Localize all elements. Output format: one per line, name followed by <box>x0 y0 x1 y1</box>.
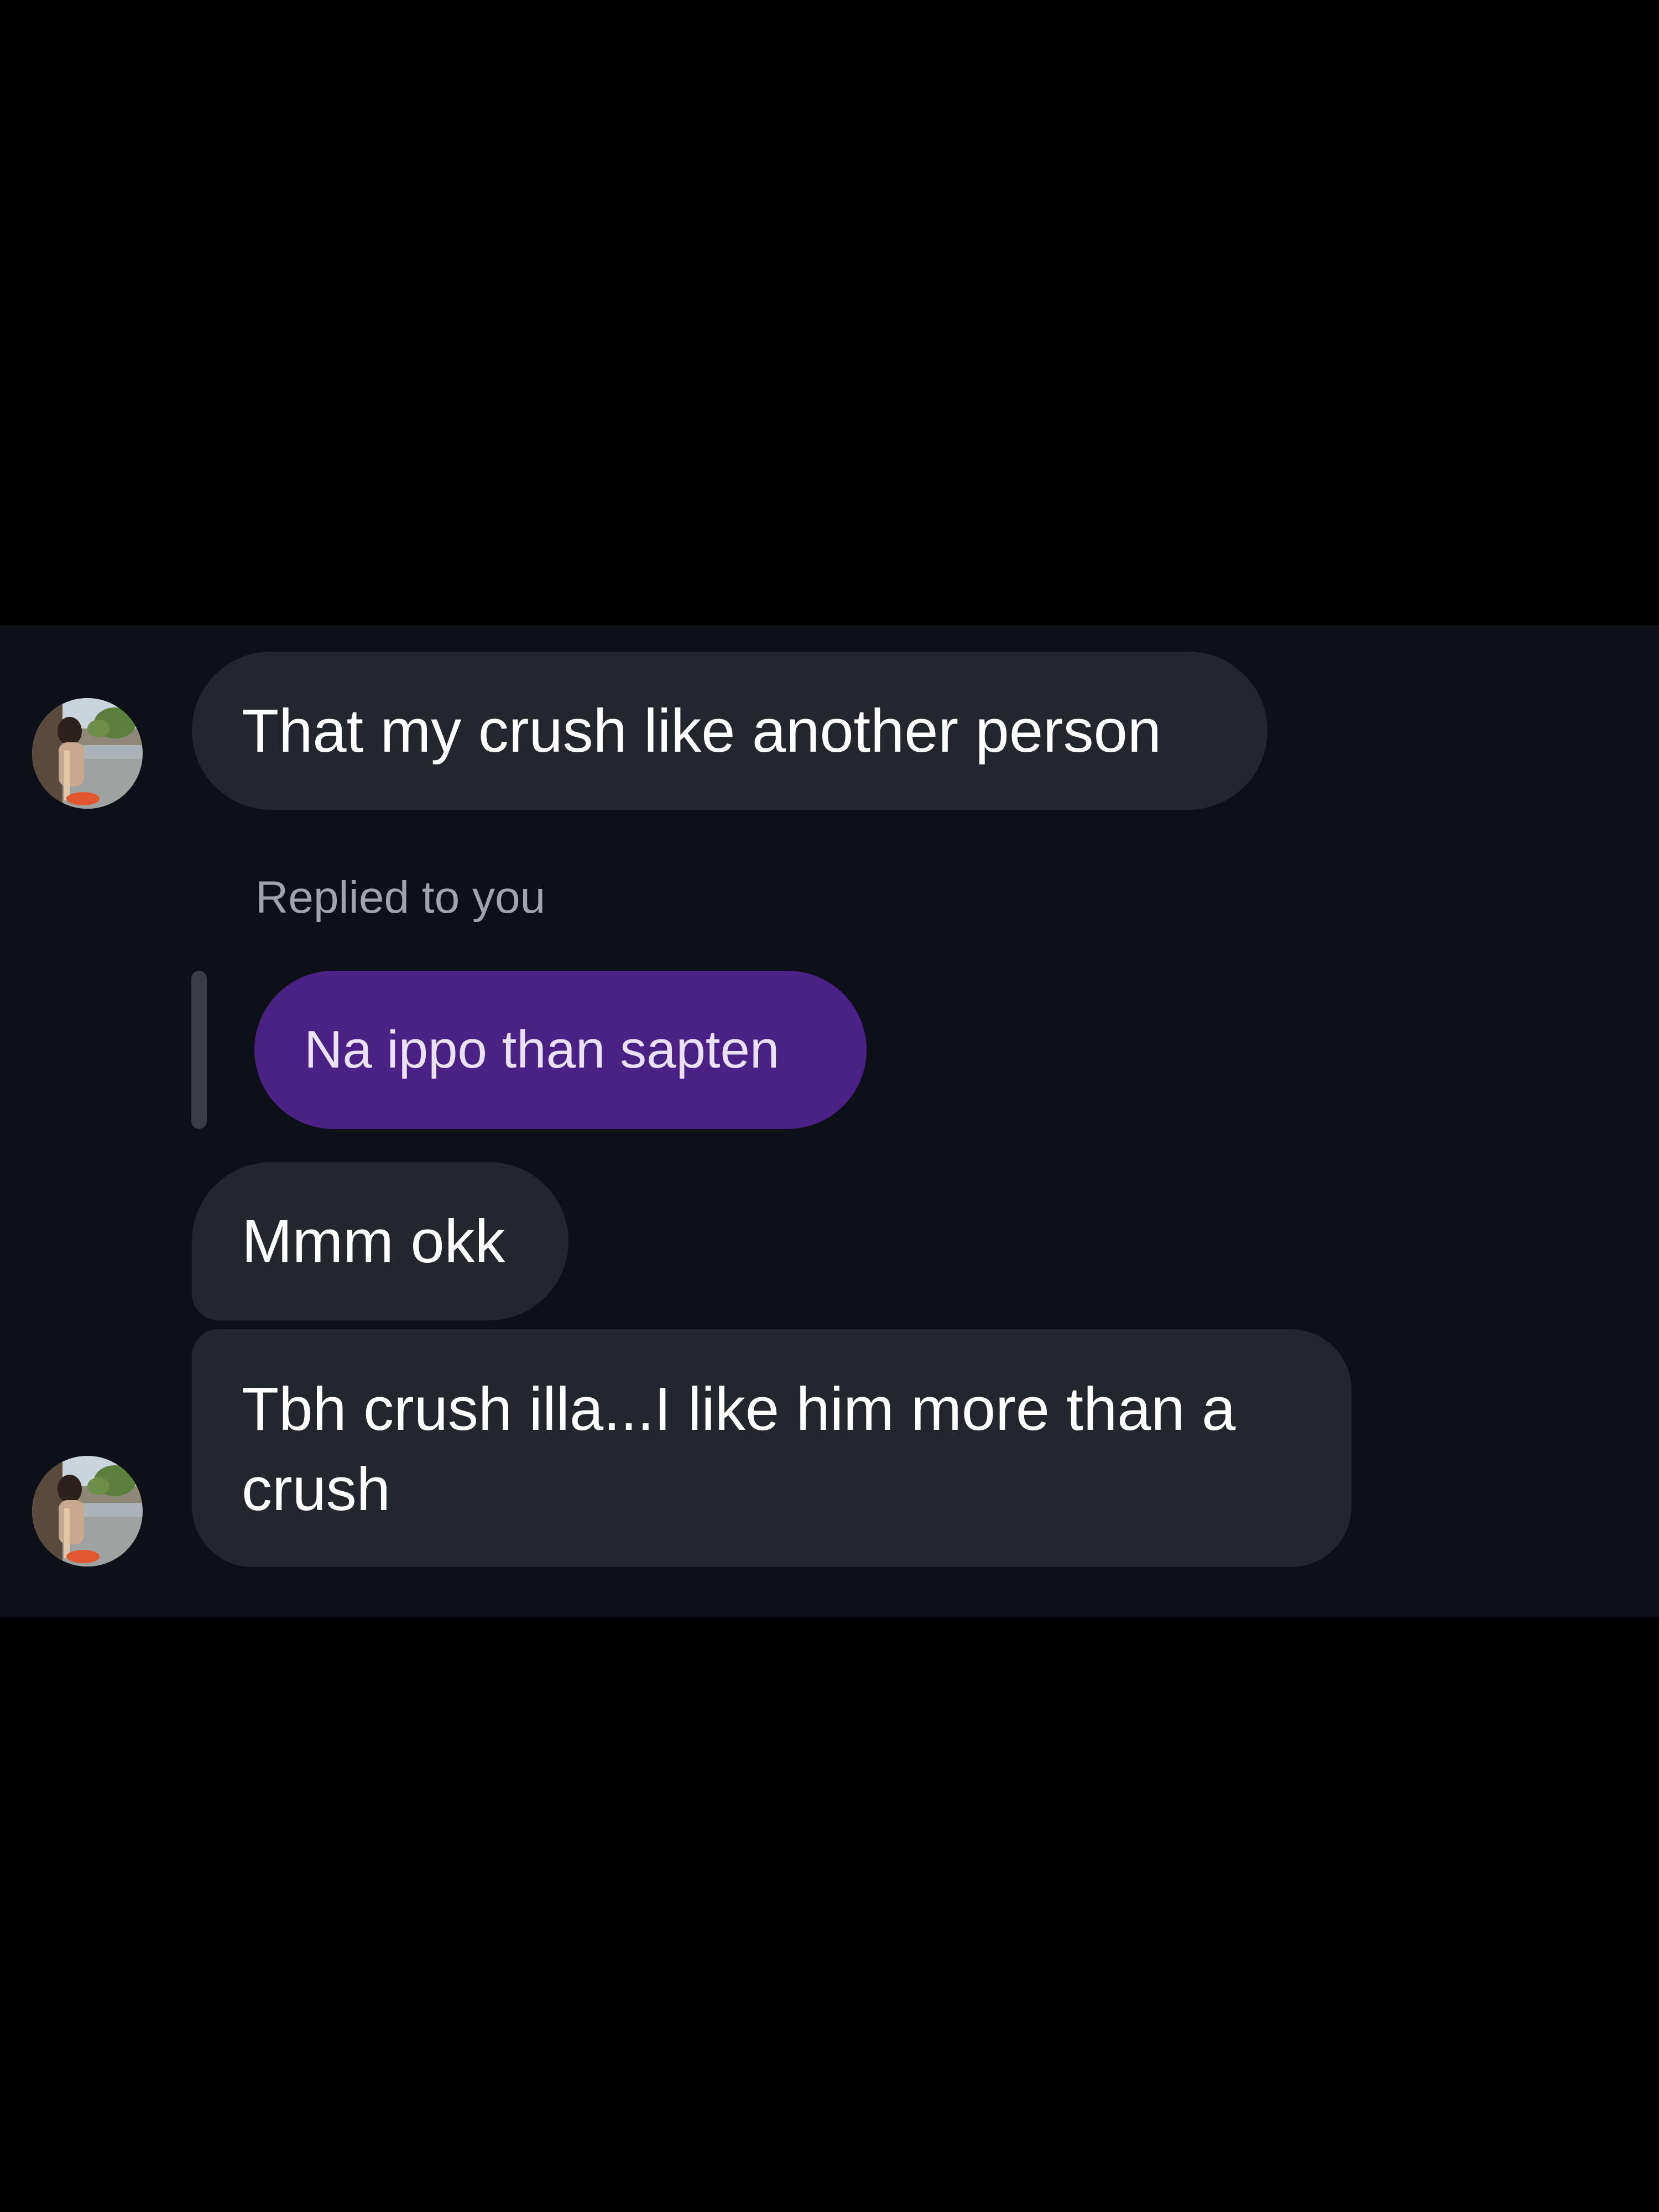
avatar-photo-icon <box>32 698 143 809</box>
incoming-message-bubble[interactable]: Mmm okk <box>192 1162 568 1320</box>
contact-avatar[interactable] <box>32 1456 143 1566</box>
reply-context-label: Replied to you <box>255 872 546 923</box>
quoted-message-text: Na ippo than sapten <box>304 1020 780 1079</box>
message-text: Mmm okk <box>242 1207 505 1276</box>
letterbox-bottom <box>0 1617 1659 2212</box>
incoming-message-bubble[interactable]: Tbh crush illa...I like him more than a … <box>192 1329 1352 1567</box>
incoming-message-bubble[interactable]: That my crush like another person <box>192 652 1267 810</box>
letterbox-top <box>0 0 1659 625</box>
message-text: That my crush like another person <box>242 696 1161 765</box>
message-text: Tbh crush illa...I like him more than a … <box>242 1375 1236 1523</box>
avatar-photo-icon <box>32 1456 143 1566</box>
quoted-outgoing-message-bubble[interactable]: Na ippo than sapten <box>254 971 867 1129</box>
reply-indicator-bar <box>191 971 207 1129</box>
contact-avatar[interactable] <box>32 698 143 809</box>
